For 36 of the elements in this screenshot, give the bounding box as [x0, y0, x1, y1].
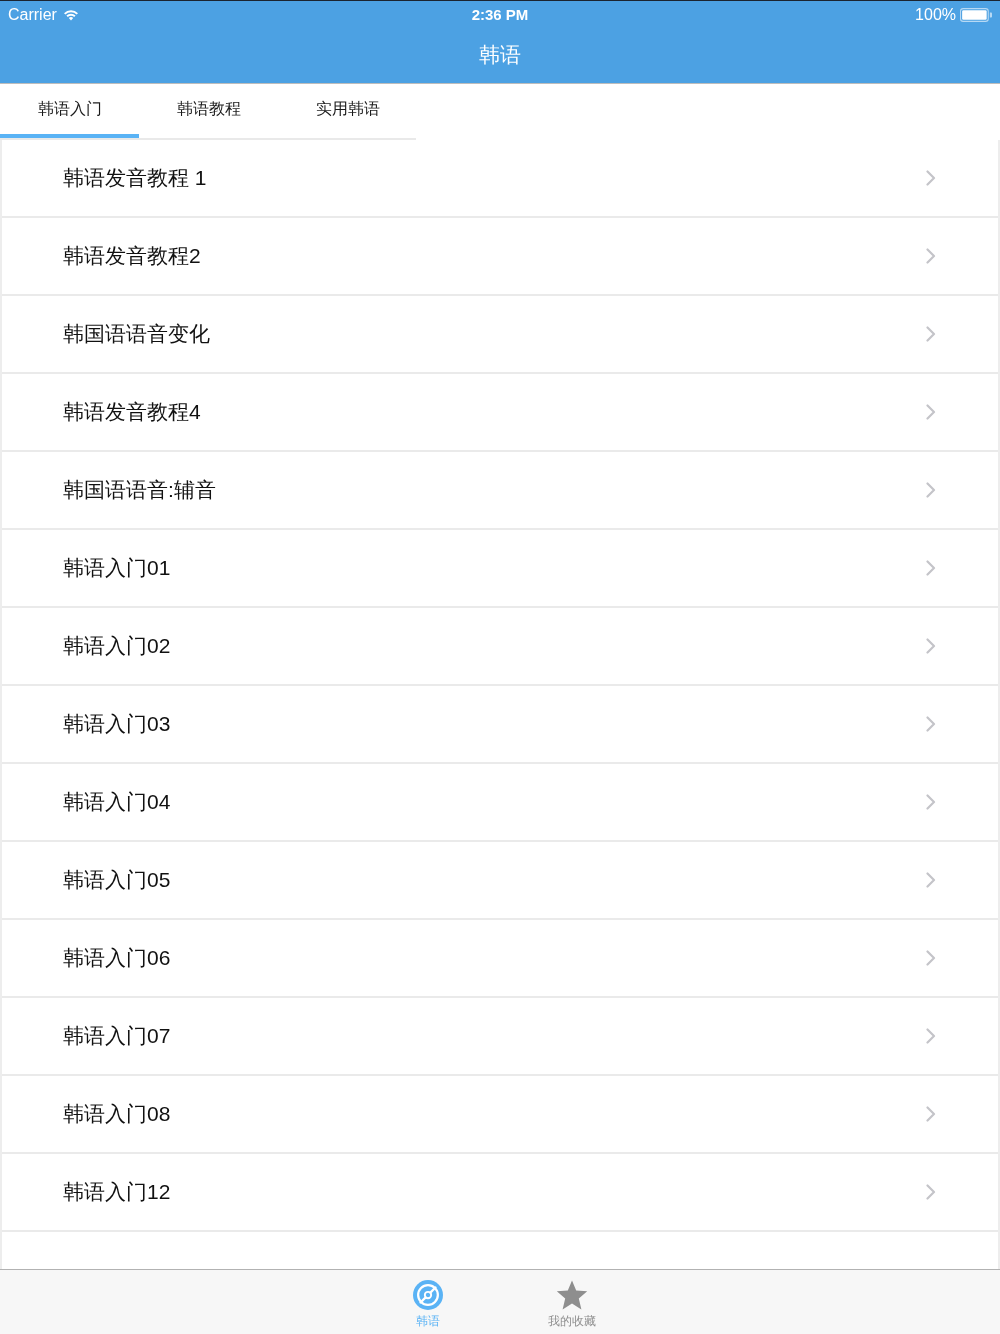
chevron-icon [926, 950, 936, 966]
disc-icon [412, 1280, 444, 1310]
chevron-icon [926, 248, 936, 264]
chevron-icon [926, 326, 936, 342]
row-label: 韩语发音教程4 [63, 399, 201, 425]
row-label: 韩语入门06 [63, 945, 171, 971]
screen-title: 韩语 [479, 41, 521, 68]
chevron-icon [926, 638, 936, 654]
row-label: 韩国语语音变化 [63, 321, 210, 347]
row-label: 韩语入门02 [63, 633, 171, 659]
row-label: 韩国语语音:辅音 [63, 477, 216, 503]
clock-label: 2:36 PM [471, 6, 529, 23]
chevron-icon [926, 1028, 936, 1044]
row-label: 韩语发音教程 1 [63, 165, 207, 191]
wifi-icon [62, 8, 79, 21]
chevron-icon [926, 716, 936, 732]
chevron-icon [926, 560, 936, 576]
chevron-icon [926, 170, 936, 186]
row-label: 韩语入门07 [63, 1023, 171, 1049]
carrier-label: Carrier [8, 5, 57, 24]
chevron-icon [926, 1106, 936, 1122]
row-label: 韩语发音教程2 [63, 243, 201, 269]
chevron-icon [926, 482, 936, 498]
battery-percent: 100% [915, 5, 956, 24]
row-label: 韩语入门03 [63, 711, 171, 737]
star-icon [556, 1280, 588, 1310]
chevron-icon [926, 872, 936, 888]
row-label: 韩语入门04 [63, 789, 171, 815]
row-label: 韩语入门12 [63, 1179, 171, 1205]
row-label: 韩语入门01 [63, 555, 171, 581]
row-label: 韩语入门08 [63, 1101, 171, 1127]
battery-icon [960, 7, 992, 22]
chevron-icon [926, 794, 936, 810]
chevron-icon [926, 404, 936, 420]
row-label: 韩语入门05 [63, 867, 171, 893]
chevron-icon [926, 1184, 936, 1200]
